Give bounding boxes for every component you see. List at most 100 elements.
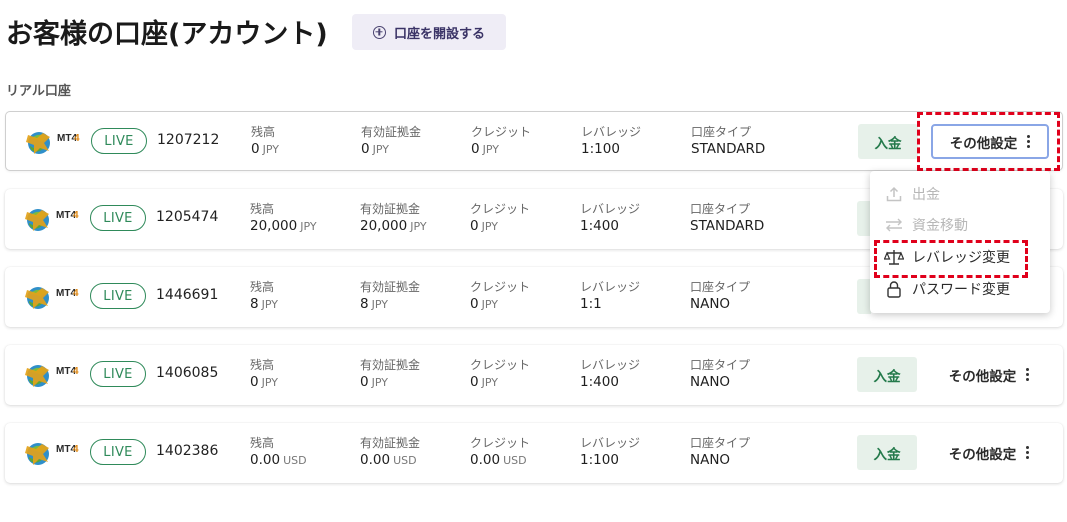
deposit-button[interactable] bbox=[857, 279, 871, 314]
account-number: 1205474 bbox=[156, 209, 219, 225]
equity-column: 有効証拠金 0.00 USD bbox=[360, 435, 420, 470]
plus-circle-icon bbox=[372, 25, 386, 39]
live-status-badge: LIVE bbox=[90, 361, 146, 387]
type-column: 口座タイプ NANO bbox=[690, 357, 750, 392]
svg-text:4: 4 bbox=[73, 366, 79, 377]
currency-label: USD bbox=[283, 454, 307, 467]
currency-label: JPY bbox=[481, 376, 498, 389]
account-row: MT4 4 LIVE 1207212 残高 0 JPY 有効証拠金 0 JPY クレジット 0 JPY レ… bbox=[5, 111, 1063, 171]
balance-label: 残高 bbox=[250, 202, 275, 216]
scale-icon bbox=[884, 247, 904, 267]
currency-label: JPY bbox=[300, 220, 317, 233]
equity-label: 有効証拠金 bbox=[360, 358, 421, 372]
credit-column: クレジット 0 JPY bbox=[471, 124, 531, 159]
dropdown-item-password-change[interactable]: パスワード変更 bbox=[884, 278, 1010, 300]
currency-label: JPY bbox=[261, 298, 278, 311]
currency-label: JPY bbox=[261, 376, 278, 389]
leverage-column: レバレッジ 1:100 bbox=[580, 435, 640, 470]
leverage-value: 1:400 bbox=[580, 374, 619, 390]
balance-label: 残高 bbox=[250, 358, 275, 372]
type-label: 口座タイプ bbox=[690, 436, 751, 450]
currency-label: USD bbox=[503, 454, 527, 467]
deposit-button[interactable]: 入金 bbox=[857, 357, 917, 392]
type-column: 口座タイプ STANDARD bbox=[691, 124, 765, 159]
transfer-arrows-icon bbox=[884, 215, 904, 235]
equity-column: 有効証拠金 0 JPY bbox=[361, 124, 421, 159]
dropdown-item-label: レバレッジ変更 bbox=[912, 250, 1010, 266]
leverage-column: レバレッジ 1:100 bbox=[581, 124, 641, 159]
credit-value: 0 JPY bbox=[470, 296, 498, 312]
balance-label: 残高 bbox=[251, 125, 276, 139]
deposit-button[interactable] bbox=[857, 201, 871, 236]
section-label: リアル口座 bbox=[6, 84, 71, 99]
credit-value: 0 JPY bbox=[471, 141, 499, 157]
dropdown-item-label: パスワード変更 bbox=[912, 282, 1010, 298]
balance-value: 20,000 JPY bbox=[250, 218, 317, 234]
balance-value: 0 JPY bbox=[251, 141, 279, 157]
open-account-label: 口座を開設する bbox=[393, 26, 485, 42]
account-number: 1402386 bbox=[156, 443, 219, 459]
equity-column: 有効証拠金 20,000 JPY bbox=[360, 201, 427, 236]
balance-value: 0.00 USD bbox=[250, 452, 307, 468]
open-account-button[interactable]: 口座を開設する bbox=[352, 14, 506, 50]
type-column: 口座タイプ NANO bbox=[690, 279, 750, 314]
deposit-button[interactable]: 入金 bbox=[857, 435, 917, 470]
live-status-badge: LIVE bbox=[90, 205, 146, 231]
credit-value: 0.00 USD bbox=[470, 452, 527, 468]
equity-value: 0 JPY bbox=[361, 141, 389, 157]
other-settings-button[interactable]: その他設定 bbox=[930, 435, 1048, 470]
account-number: 1207212 bbox=[157, 132, 220, 148]
account-number: 1406085 bbox=[156, 365, 219, 381]
dropdown-item-label: 資金移動 bbox=[912, 218, 968, 234]
svg-text:4: 4 bbox=[73, 288, 79, 299]
deposit-button[interactable]: 入金 bbox=[858, 124, 918, 159]
credit-label: クレジット bbox=[470, 280, 531, 294]
other-settings-dropdown: 出金 資金移動 レバレッジ変更 パスワード変更 bbox=[870, 171, 1050, 313]
svg-text:4: 4 bbox=[74, 133, 80, 144]
other-settings-button[interactable]: その他設定 bbox=[931, 124, 1049, 159]
dropdown-item-label: 出金 bbox=[912, 187, 940, 203]
balance-column: 残高 0 JPY bbox=[250, 357, 278, 392]
credit-label: クレジット bbox=[470, 436, 531, 450]
type-label: 口座タイプ bbox=[690, 280, 751, 294]
dropdown-item-withdraw[interactable]: 出金 bbox=[884, 183, 940, 205]
credit-column: クレジット 0 JPY bbox=[470, 201, 530, 236]
currency-label: JPY bbox=[371, 376, 388, 389]
balance-column: 残高 0.00 USD bbox=[250, 435, 307, 470]
equity-value: 8 JPY bbox=[360, 296, 388, 312]
currency-label: JPY bbox=[482, 143, 499, 156]
equity-label: 有効証拠金 bbox=[361, 125, 422, 139]
leverage-column: レバレッジ 1:400 bbox=[580, 357, 640, 392]
type-label: 口座タイプ bbox=[690, 202, 751, 216]
dropdown-item-leverage-change[interactable]: レバレッジ変更 bbox=[884, 246, 1010, 268]
balance-column: 残高 0 JPY bbox=[251, 124, 279, 159]
balance-column: 残高 20,000 JPY bbox=[250, 201, 317, 236]
equity-value: 0.00 USD bbox=[360, 452, 417, 468]
kebab-menu-icon bbox=[1026, 446, 1030, 459]
mt4-logo-icon: MT44 bbox=[25, 443, 79, 465]
live-status-badge: LIVE bbox=[90, 283, 146, 309]
type-value: STANDARD bbox=[691, 141, 766, 157]
mt4-logo-icon: MT44 bbox=[25, 365, 79, 387]
balance-label: 残高 bbox=[250, 436, 275, 450]
credit-label: クレジット bbox=[471, 125, 532, 139]
type-value: NANO bbox=[690, 374, 731, 390]
equity-value: 20,000 JPY bbox=[360, 218, 427, 234]
type-column: 口座タイプ STANDARD bbox=[690, 201, 764, 236]
credit-column: クレジット 0 JPY bbox=[470, 279, 530, 314]
balance-value: 0 JPY bbox=[250, 374, 278, 390]
dropdown-item-transfer[interactable]: 資金移動 bbox=[884, 214, 968, 236]
other-settings-button[interactable]: その他設定 bbox=[930, 357, 1048, 392]
currency-label: USD bbox=[393, 454, 417, 467]
account-row: MT4 4 LIVE 1406085 残高 0 JPY 有効証拠金 0 JPY クレジット 0 JPY レ… bbox=[5, 345, 1063, 405]
leverage-label: レバレッジ bbox=[580, 202, 641, 216]
leverage-column: レバレッジ 1:1 bbox=[580, 279, 640, 314]
leverage-value: 1:100 bbox=[581, 141, 620, 157]
currency-label: JPY bbox=[262, 143, 279, 156]
upload-icon bbox=[884, 184, 904, 204]
account-row: MT4 4 LIVE 1402386 残高 0.00 USD 有効証拠金 0.00 USD クレジッ… bbox=[5, 423, 1063, 483]
equity-column: 有効証拠金 8 JPY bbox=[360, 279, 420, 314]
credit-label: クレジット bbox=[470, 202, 531, 216]
balance-column: 残高 8 JPY bbox=[250, 279, 278, 314]
credit-value: 0 JPY bbox=[470, 218, 498, 234]
